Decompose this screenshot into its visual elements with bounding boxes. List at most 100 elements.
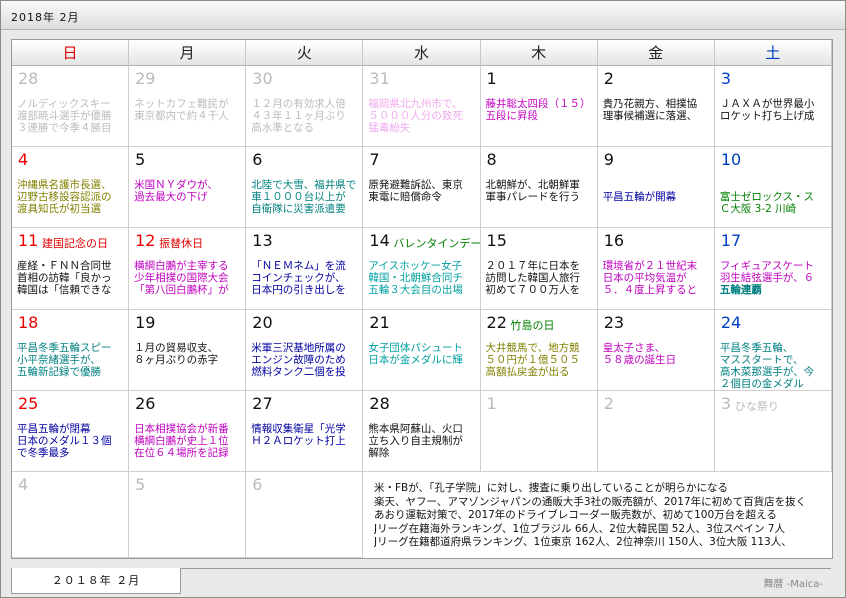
day-number: 23	[603, 312, 625, 332]
day-cell[interactable]: 28 熊本県阿蘇山、火口 立ち入り自主規制が 解除	[363, 390, 481, 472]
event-text: 辺野古移設容認派の	[17, 191, 112, 204]
weekday-header: 日	[12, 40, 130, 66]
event-text: 平昌冬季五輪、	[719, 341, 794, 354]
event-text: 五輪新記録で優勝	[17, 365, 101, 378]
note-line: 楽天、ヤフー、アマゾンジャパンの通販大手3社の販売額が、2017年に初めて百貨店…	[374, 495, 807, 508]
holiday-label: 振替休日	[159, 237, 204, 251]
event-text: ５８歳の誕生日	[602, 353, 677, 366]
event-text: 女子団体パシュート	[368, 341, 463, 354]
event-text: 首相の訪韓「良かっ	[17, 272, 112, 285]
day-number: 18	[18, 312, 39, 332]
holiday-label: 建国記念の日	[42, 237, 108, 251]
event-text: ２０１７年に日本を	[485, 260, 581, 273]
event-text: 日本円の引き出しを	[251, 284, 346, 297]
day-number: 31	[369, 69, 390, 88]
day-cell[interactable]: 6 北陸で大雪、福井県で 車１０００台以上が 自衛隊に災害派遣要	[246, 147, 364, 229]
day-cell[interactable]: 19 １月の貿易収支、 ８ヶ月ぶりの赤字	[129, 309, 247, 391]
note-line: Jリーグ在籍海外ランキング、1位ブラジル 66人、2位大韓民国 52人、3位スペ…	[374, 522, 786, 535]
day-cell[interactable]: 6	[246, 472, 364, 558]
day-cell[interactable]: 23 皇太子さま、 ５８歳の誕生日	[597, 309, 715, 391]
event-text: 自衛隊に災害派遣要	[251, 203, 346, 216]
event-text: 軍事パレードを行う	[485, 191, 581, 204]
day-number: 6	[252, 150, 263, 170]
day-cell[interactable]: 22 竹島の日 大井競馬で、地方競 ５０円が１億５０５ 高額払戻金が出る	[480, 309, 598, 391]
event-text: ネットカフェ難民が	[134, 98, 229, 110]
day-cell[interactable]: 16 環境省が２１世紀末 日本の平均気温が ５．４度上昇すると	[597, 228, 715, 310]
event-text: 日本のメダル１３個	[17, 434, 112, 447]
day-number: 6	[252, 475, 263, 494]
event-text: 福岡県北九州市で、	[368, 98, 463, 110]
day-cell[interactable]: 2 貴乃花親方、相撲協 理事候補選に落選、	[597, 66, 715, 148]
event-text: 高木菜那選手が、今	[719, 365, 815, 378]
title-bar: 2018年 2月	[1, 1, 845, 30]
day-cell[interactable]: 18 平昌冬季五輪スピー 小平奈緒選手が、 五輪新記録で優勝	[12, 309, 130, 391]
event-text: 羽生結弦選手が、６	[719, 272, 815, 285]
day-number: 29	[135, 69, 156, 88]
event-text: 在位６４場所を記録	[134, 446, 229, 459]
event-text: 過去最大の下げ	[134, 191, 208, 204]
day-cell[interactable]: 30 １２月の有効求人倍 ４３年１１ヶ月ぶり 高水準となる	[246, 66, 364, 148]
day-cell[interactable]: 12 振替休日 横綱白鵬が主宰する 少年相撲の国際大会 「第八回白鵬杯」が	[129, 228, 247, 310]
day-cell[interactable]: 13 「ＮＥＭネム」を流 コインチェックが、 日本円の引き出しを	[246, 228, 364, 310]
day-cell[interactable]: 21 女子団体パシュート 日本が金メダルに輝	[363, 309, 481, 391]
day-number: 3	[720, 69, 732, 88]
weekday-header: 月	[129, 40, 247, 66]
day-cell[interactable]: 20 米軍三沢基地所属の エンジン故障のため 燃料タンク二個を投	[246, 309, 364, 391]
event-text: 沖縄県名護市長選、	[17, 179, 112, 192]
day-number: 1	[486, 69, 497, 88]
event-text: 五段に昇段	[485, 110, 539, 122]
day-cell[interactable]: 7 原発避難訴訟、東京 東電に賠償命令	[363, 147, 481, 229]
day-number: 21	[369, 312, 390, 332]
window-title: 2018年 2月	[11, 11, 80, 24]
day-cell[interactable]: 24 平昌冬季五輪、 マススタートで、 高木菜那選手が、今 ２個目の金メダル	[714, 309, 832, 391]
day-cell[interactable]: 5	[129, 472, 247, 558]
day-number: 5	[135, 150, 146, 170]
day-number: 20	[252, 312, 273, 332]
event-text: １２月の有効求人倍	[251, 98, 346, 110]
day-cell[interactable]: 29 ネットカフェ難民が 東京都内で約４千人	[129, 66, 247, 148]
event-text: 米国ＮＹダウが、	[134, 179, 218, 192]
event-text: ２個目の金メダル	[719, 377, 804, 390]
day-cell[interactable]: 10 富士ゼロックス・ス Ｃ大阪 3-2 川崎	[714, 147, 832, 229]
day-cell[interactable]: 3 ＪＡＸＡが世界最小 ロケット打ち上げ成	[714, 66, 832, 148]
event-text: ８ヶ月ぶりの赤字	[134, 353, 219, 366]
event-text: 平昌五輪が閉幕	[17, 422, 91, 435]
day-cell[interactable]: 26 日本相撲協会が新番 横綱白鵬が史上１位 在位６４場所を記録	[129, 390, 247, 472]
day-cell[interactable]: 8 北朝鮮が、北朝鮮軍 軍事パレードを行う	[480, 147, 598, 229]
calendar-grid: 日月火水木金土 28 ノルディックスキー 渡部暁斗選手が優勝 ３連勝で今季４勝目 29 ネッ…	[11, 39, 833, 559]
event-text: 「ＮＥＭネム」を流	[251, 260, 346, 273]
day-number: 19	[135, 312, 156, 332]
day-cell[interactable]: 4	[12, 472, 130, 558]
event-text: ５０円が１億５０５	[485, 353, 581, 366]
day-cell[interactable]: 5 米国ＮＹダウが、 過去最大の下げ	[129, 147, 247, 229]
day-cell[interactable]: 27 情報収集衛星「光学 Ｈ２Ａロケット打上	[246, 390, 364, 472]
day-cell[interactable]: 11 建国記念の日 産経・ＦＮＮ合同世 首相の訪韓「良かっ 韓国は「信頼できな	[12, 228, 130, 310]
day-number: 24	[720, 312, 742, 332]
day-cell[interactable]: 25 平昌五輪が閉幕 日本のメダル１３個 で冬季最多	[12, 390, 130, 472]
day-cell[interactable]: 28 ノルディックスキー 渡部暁斗選手が優勝 ３連勝で今季４勝目	[12, 66, 130, 148]
day-cell[interactable]: 14 バレンタインデー アイスホッケー女子 韓国・北朝鮮合同チ 五輪３大会目の出場	[363, 228, 481, 310]
app-window: 2018年 2月 日月火水木金土 28 ノルディックスキー 渡部暁斗選手が優勝 ３連勝で…	[0, 0, 846, 598]
month-tab[interactable]: ２０１８年 ２月	[11, 568, 181, 594]
day-number: 2	[603, 69, 614, 88]
event-text: エンジン故障のため	[251, 353, 346, 366]
day-number: 3	[720, 393, 732, 413]
event-text: 「第八回白鵬杯」が	[134, 284, 229, 297]
event-text: 原発避難訴訟、東京	[368, 179, 463, 192]
day-number: 4	[18, 150, 29, 170]
event-text: で冬季最多	[17, 446, 70, 459]
day-number: 16	[603, 231, 625, 251]
day-cell[interactable]: 31 福岡県北九州市で、 ５０００人分の致死 猛毒紛失	[363, 66, 481, 148]
event-text: 日本が金メダルに輝	[368, 353, 463, 366]
day-cell[interactable]: 15 ２０１７年に日本を 訪問した韓国人旅行 初めて７００万人を	[480, 228, 598, 310]
day-number: 5	[135, 475, 146, 494]
day-cell[interactable]: 3 ひな祭り	[714, 390, 832, 472]
weekday-header: 木	[480, 40, 598, 66]
day-cell[interactable]: 17 フィギュアスケート 羽生結弦選手が、６ 五輪連覇	[714, 228, 832, 310]
day-cell[interactable]: 4 沖縄県名護市長選、 辺野古移設容認派の 渡具知氏が初当選	[12, 147, 130, 229]
day-cell[interactable]: 2	[597, 390, 715, 472]
day-cell[interactable]: 9 平昌五輪が開幕	[597, 147, 715, 229]
day-cell[interactable]: 1	[480, 390, 598, 472]
day-cell[interactable]: 1 藤井聡太四段（１５） 五段に昇段	[480, 66, 598, 148]
day-number: 30	[252, 69, 273, 88]
